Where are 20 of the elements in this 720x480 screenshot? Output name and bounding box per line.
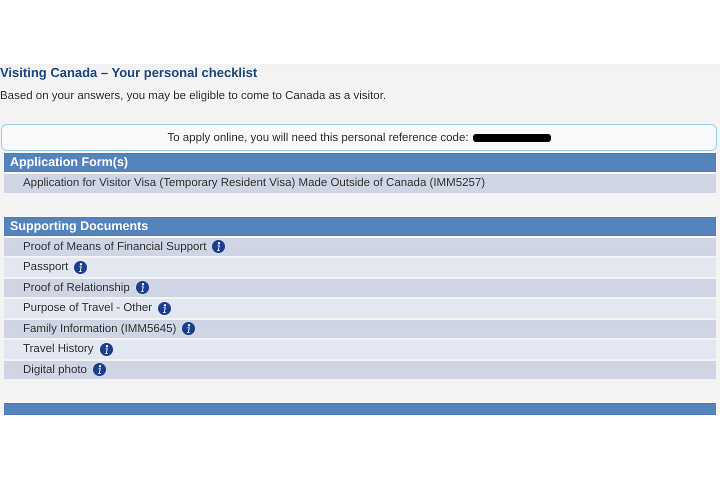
document-name: Family Information (IMM5645) [23, 322, 176, 335]
section-heading: Supporting Documents [10, 218, 148, 232]
document-name: Purpose of Travel - Other [23, 302, 152, 314]
info-icon[interactable] [74, 260, 88, 274]
document-name: Application for Visitor Visa (Temporary Resident Visa) Made Outside of Canada (IMM5257) [23, 177, 486, 190]
info-icon[interactable] [136, 281, 149, 294]
document-name: Travel History [23, 343, 94, 356]
intro-text: Based on your answers, you may be eligible to come to Canada as a visitor. [0, 90, 386, 102]
document-name: Proof of Relationship [23, 282, 130, 294]
document-name: Digital photo [23, 364, 87, 376]
document-name: Proof of Means of Financial Support [23, 240, 206, 253]
page-title: Visiting Canada – Your personal checklist [0, 64, 258, 80]
info-icon[interactable] [92, 363, 106, 376]
info-icon[interactable] [212, 240, 226, 254]
section-heading: Application Form(s) [10, 155, 128, 169]
reference-text: To apply online, you will need this personal reference code: [167, 132, 469, 144]
info-icon[interactable] [158, 302, 172, 315]
info-icon[interactable] [182, 322, 196, 336]
document-name: Passport [23, 261, 68, 274]
info-icon[interactable] [100, 342, 112, 356]
